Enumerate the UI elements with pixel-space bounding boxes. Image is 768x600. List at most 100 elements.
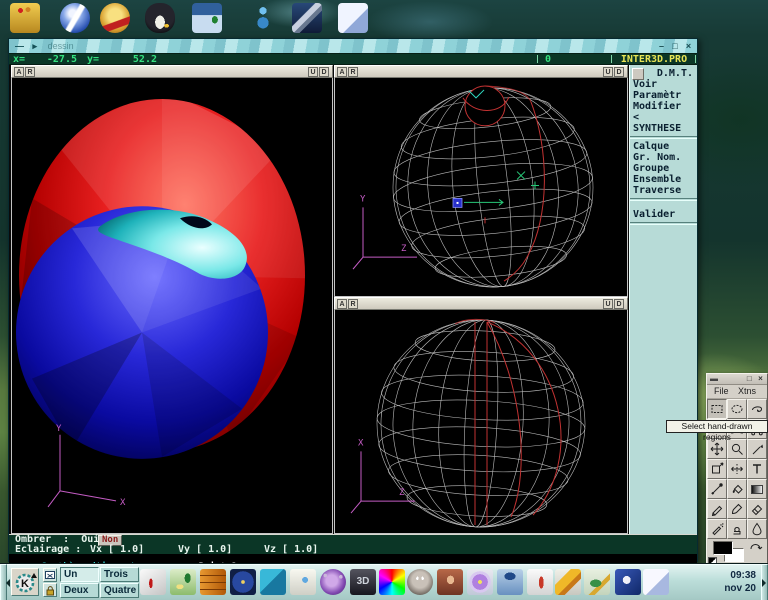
paintbrush-tool[interactable]: [727, 499, 747, 519]
clock[interactable]: 09:38 nov 20: [704, 569, 756, 595]
menu-item-groupe[interactable]: Groupe: [630, 163, 697, 174]
menu-item-parametr[interactable]: Paramètr: [630, 90, 697, 101]
clone-tool[interactable]: [727, 519, 747, 539]
viewport-main-canvas[interactable]: Y X: [11, 78, 333, 534]
crop-tool[interactable]: [747, 439, 767, 459]
color-picker-tool[interactable]: [707, 479, 727, 499]
desktop-image-icon[interactable]: [170, 569, 196, 595]
viewport-button-a[interactable]: A: [14, 67, 24, 77]
text-tool[interactable]: [747, 459, 767, 479]
notepad-icon[interactable]: [338, 3, 368, 33]
viewport-button-a[interactable]: A: [337, 67, 347, 77]
flower-icon[interactable]: [467, 569, 493, 595]
free-select-tool[interactable]: [747, 399, 767, 419]
menu-item-valider[interactable]: Valider: [630, 209, 697, 220]
gimp-icon[interactable]: [407, 569, 433, 595]
menu-item-gr-nom[interactable]: Gr. Nom.: [630, 152, 697, 163]
foreground-color-swatch[interactable]: [713, 541, 733, 555]
pen-icon[interactable]: [292, 3, 322, 33]
rect-select-tool[interactable]: [707, 399, 727, 419]
home-icon[interactable]: [192, 3, 222, 33]
toolbox-menu-icon[interactable]: ▬: [710, 374, 718, 383]
wireframe-front-render[interactable]: Y Z: [335, 78, 627, 296]
home-save-icon[interactable]: [497, 569, 523, 595]
bucket-fill-tool[interactable]: [727, 479, 747, 499]
window-titlebar[interactable]: — ▸ dessin – □ ×: [9, 39, 697, 53]
workspace: AR UD: [9, 65, 697, 534]
portrait-icon[interactable]: [437, 569, 463, 595]
blender-3d-icon[interactable]: 3D: [350, 569, 376, 595]
viewport-button-r[interactable]: R: [348, 299, 358, 309]
menu-item-voir[interactable]: Voir: [630, 79, 697, 90]
pager-desktop-trois[interactable]: Trois: [100, 567, 139, 582]
viewport-button-d[interactable]: D: [614, 299, 624, 309]
lock-screen-button[interactable]: [43, 583, 57, 597]
xtns-menu[interactable]: Xtns: [738, 386, 756, 396]
leaf-pen-icon[interactable]: [584, 569, 610, 595]
viewport-front-canvas[interactable]: Y Z: [334, 78, 628, 297]
ship-wheel-icon[interactable]: [230, 569, 256, 595]
toolbox-close-button[interactable]: ×: [756, 374, 765, 384]
toolbox-maximize-button[interactable]: □: [745, 374, 754, 384]
package-tool-icon[interactable]: [260, 569, 286, 595]
window-minimize-button[interactable]: –: [656, 39, 667, 53]
viewport-button-d[interactable]: D: [319, 67, 329, 77]
viewport-button-u[interactable]: U: [603, 299, 613, 309]
transform-tool[interactable]: [707, 459, 727, 479]
pencil-icon: [710, 502, 724, 516]
window-pin-icon[interactable]: ▸: [33, 39, 38, 53]
menu-item-modifier[interactable]: Modifier: [630, 101, 697, 112]
viewport-button-u[interactable]: U: [308, 67, 318, 77]
molecule-icon[interactable]: [320, 569, 346, 595]
stamp-icon[interactable]: [100, 3, 130, 33]
flip-tool[interactable]: [727, 459, 747, 479]
palette-icon[interactable]: [379, 569, 405, 595]
logout-icon[interactable]: [140, 569, 166, 595]
pager-desktop-un[interactable]: Un: [60, 567, 99, 582]
viewport-button-r[interactable]: R: [25, 67, 35, 77]
toolbox-titlebar[interactable]: ▬ □ ×: [707, 374, 767, 385]
blend-tool[interactable]: [747, 479, 767, 499]
blend-icon: [751, 485, 763, 494]
menu-item-synthese[interactable]: SYNTHESE: [630, 123, 697, 134]
tux-penguin-icon[interactable]: [145, 3, 175, 33]
pencil-tool[interactable]: [707, 499, 727, 519]
notes-icon[interactable]: [643, 569, 669, 595]
package-icon[interactable]: [10, 3, 40, 33]
panel-hide-left[interactable]: [0, 564, 7, 600]
pencil-icon[interactable]: [555, 569, 581, 595]
viewport-top-canvas[interactable]: X Z: [334, 310, 628, 534]
window-maximize-button[interactable]: □: [669, 39, 680, 53]
window-close-button[interactable]: ×: [683, 39, 694, 53]
viewport-button-u[interactable]: U: [603, 67, 613, 77]
menu-item-traverse[interactable]: Traverse: [630, 185, 697, 196]
wireframe-top-render[interactable]: X Z: [335, 310, 627, 533]
viewport-front-header: AR UD: [334, 65, 628, 78]
menu-corner-button[interactable]: [632, 68, 644, 80]
viewport-button-r[interactable]: R: [348, 67, 358, 77]
pager-desktop-deux[interactable]: Deux: [60, 583, 99, 598]
viewport-button-d[interactable]: D: [614, 67, 624, 77]
file-cabinet-icon[interactable]: [200, 569, 226, 595]
panel-hide-right[interactable]: [761, 564, 768, 600]
ship-icon[interactable]: [615, 569, 641, 595]
find-file-icon[interactable]: [290, 569, 316, 595]
shaded-spheres-render[interactable]: Y X: [12, 78, 332, 533]
eraser-tool[interactable]: [747, 499, 767, 519]
ski-logo-icon[interactable]: [60, 3, 90, 33]
swap-colors-icon[interactable]: [749, 540, 763, 551]
menu-item-calque[interactable]: Calque: [630, 141, 697, 152]
window-minimize-icon[interactable]: —: [15, 39, 24, 53]
figure-pen-icon[interactable]: [527, 569, 553, 595]
menu-item-back[interactable]: <: [630, 112, 697, 123]
menu-item-ensemble[interactable]: Ensemble: [630, 174, 697, 185]
ellipse-select-tool[interactable]: [727, 399, 747, 419]
file-menu[interactable]: File: [714, 386, 729, 396]
convolve-tool[interactable]: [747, 519, 767, 539]
airbrush-tool[interactable]: [707, 519, 727, 539]
ant-icon[interactable]: [248, 3, 278, 33]
pager-desktop-quatre[interactable]: Quatre: [100, 583, 139, 598]
viewport-button-a[interactable]: A: [337, 299, 347, 309]
window-list-button[interactable]: [43, 568, 57, 582]
k-menu-button[interactable]: K: [11, 568, 39, 596]
